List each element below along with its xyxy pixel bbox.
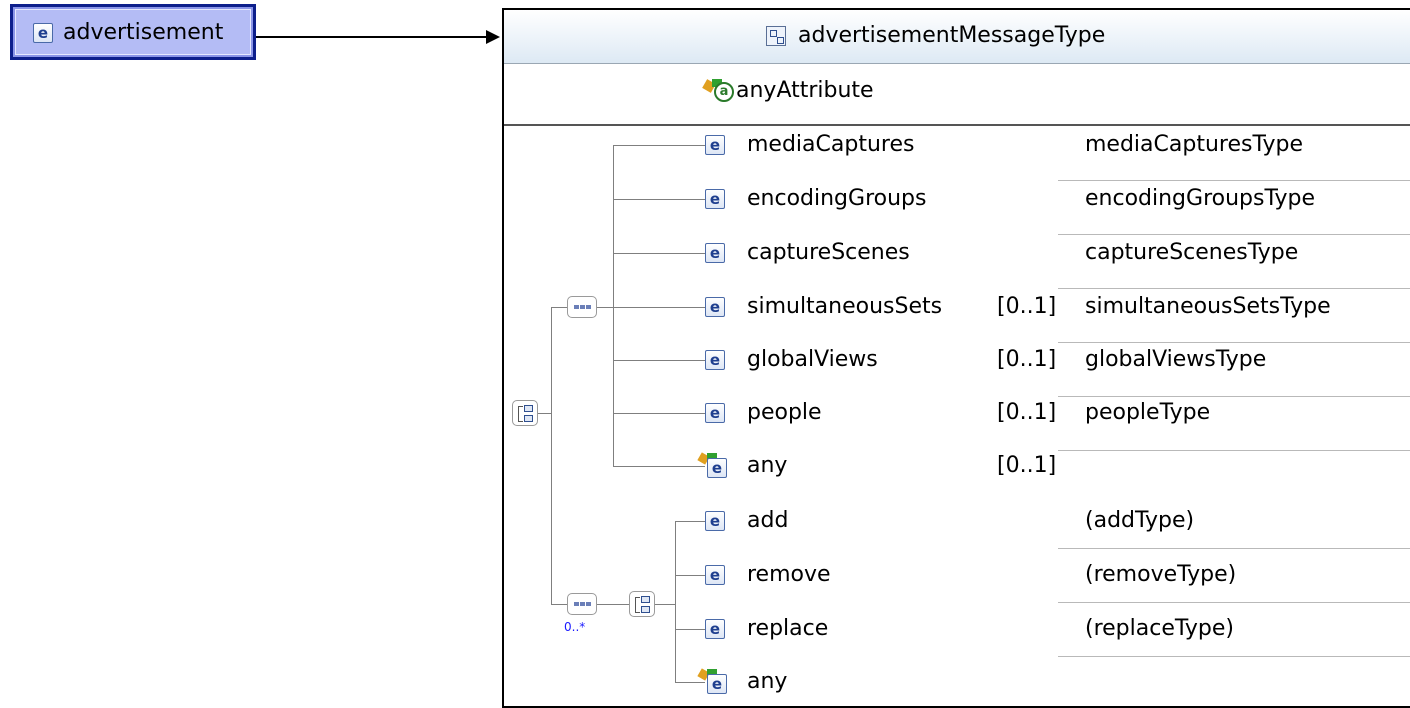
element-name: simultaneousSets — [747, 294, 943, 319]
connector-line — [613, 360, 705, 361]
element-name: add — [747, 508, 789, 533]
row-divider — [1058, 450, 1410, 451]
element-type: simultaneousSetsType — [1085, 294, 1331, 319]
connector-line — [613, 466, 705, 467]
connector-line — [613, 413, 705, 414]
any-element-icon: e — [697, 668, 727, 695]
root-element[interactable]: e advertisement — [10, 4, 256, 60]
connector-line — [551, 307, 552, 604]
sequence-compositor-icon[interactable] — [567, 296, 597, 318]
element-type: (removeType) — [1085, 562, 1237, 587]
type-panel-header[interactable]: advertisementMessageType — [504, 10, 1410, 64]
reference-arrow-line — [256, 36, 488, 38]
any-attribute-label: anyAttribute — [736, 78, 874, 103]
element-type: (addType) — [1085, 508, 1195, 533]
connector-line — [551, 307, 567, 308]
root-element-label: advertisement — [63, 20, 224, 45]
complex-type-icon — [766, 26, 786, 46]
any-element-icon: e — [697, 452, 727, 479]
row-divider — [1058, 548, 1410, 549]
any-attribute-icon: a — [702, 79, 736, 103]
occurrence-label: 0..* — [564, 620, 586, 634]
element-type: peopleType — [1085, 400, 1211, 425]
row-divider — [1058, 602, 1410, 603]
element-icon: e — [705, 297, 725, 317]
choice-compositor-icon[interactable] — [629, 591, 655, 617]
row-divider — [1058, 234, 1410, 235]
connector-line — [613, 145, 705, 146]
connector-line — [613, 307, 705, 308]
element-name: any — [747, 453, 788, 478]
connector-line — [613, 253, 705, 254]
element-type: encodingGroupsType — [1085, 186, 1315, 211]
connector-line — [597, 307, 613, 308]
element-icon: e — [705, 403, 725, 423]
element-icon: e — [705, 511, 725, 531]
element-icon: e — [33, 23, 53, 43]
connector-line — [675, 521, 676, 682]
row-divider — [1058, 288, 1410, 289]
row-divider — [1058, 396, 1410, 397]
element-icon: e — [705, 243, 725, 263]
type-panel-title: advertisementMessageType — [798, 23, 1106, 48]
connector-line — [597, 604, 629, 605]
sequence-compositor-icon[interactable] — [567, 593, 597, 615]
element-type: globalViewsType — [1085, 347, 1267, 372]
row-divider — [1058, 656, 1410, 657]
connector-line — [613, 199, 705, 200]
element-cardinality: [0..1] — [997, 347, 1057, 372]
element-icon: e — [705, 189, 725, 209]
element-icon: e — [705, 565, 725, 585]
element-name: encodingGroups — [747, 186, 927, 211]
element-name: mediaCaptures — [747, 132, 915, 157]
element-cardinality: [0..1] — [997, 294, 1057, 319]
element-icon: e — [705, 350, 725, 370]
row-divider — [1058, 342, 1410, 343]
element-name: globalViews — [747, 347, 878, 372]
connector-line — [655, 604, 675, 605]
element-name: any — [747, 669, 788, 694]
element-name: replace — [747, 616, 829, 641]
connector-line — [675, 521, 705, 522]
element-name: captureScenes — [747, 240, 910, 265]
element-cardinality: [0..1] — [997, 453, 1057, 478]
element-type: captureScenesType — [1085, 240, 1299, 265]
attribute-section: a anyAttribute — [504, 64, 1410, 126]
connector-line — [538, 413, 552, 414]
element-icon: e — [705, 135, 725, 155]
choice-compositor-icon[interactable] — [512, 400, 538, 426]
element-name: remove — [747, 562, 831, 587]
connector-line — [675, 575, 705, 576]
element-type: mediaCapturesType — [1085, 132, 1303, 157]
element-name: people — [747, 400, 822, 425]
connector-line — [551, 604, 567, 605]
element-icon: e — [705, 619, 725, 639]
connector-line — [675, 629, 705, 630]
element-cardinality: [0..1] — [997, 400, 1057, 425]
arrow-head-icon — [486, 30, 500, 44]
row-divider — [1058, 180, 1410, 181]
element-type: (replaceType) — [1085, 616, 1234, 641]
connector-line — [613, 145, 614, 466]
